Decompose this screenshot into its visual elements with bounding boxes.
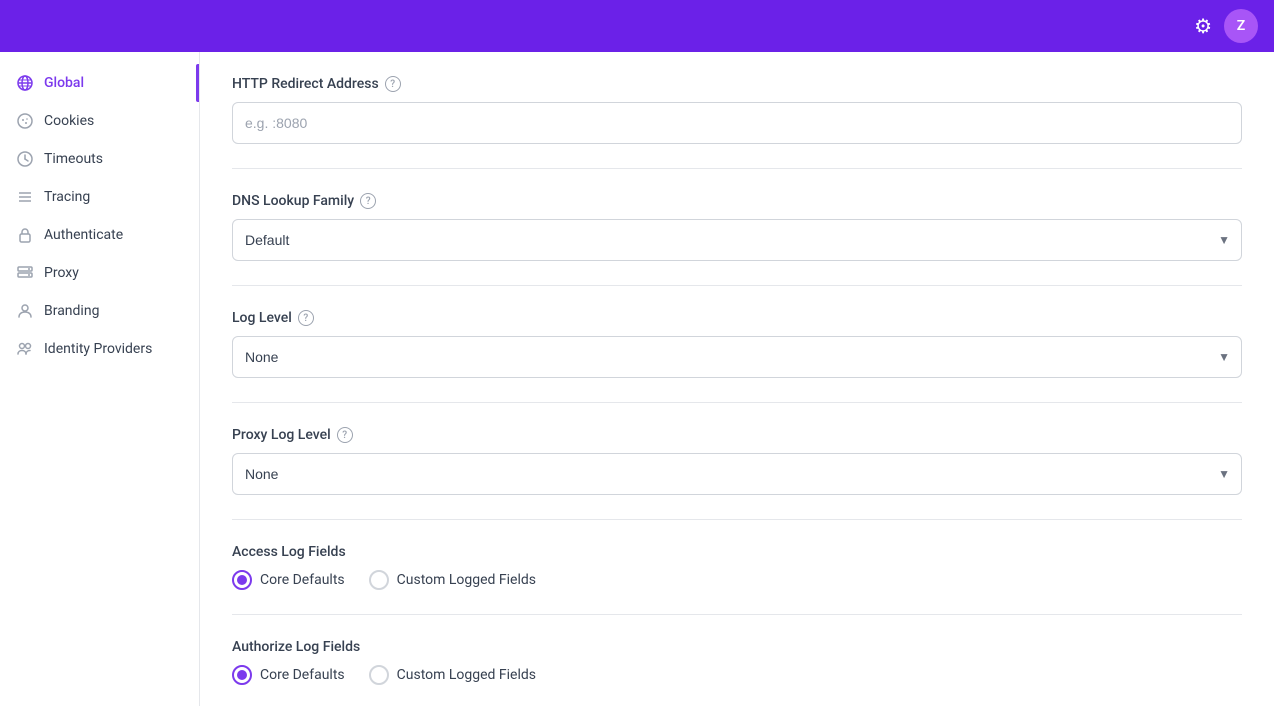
dns-lookup-family-select[interactable]: Default V4Only V6Only Auto [232, 219, 1242, 261]
sidebar: Global Cookies Timeouts [0, 52, 200, 706]
proxy-icon [16, 264, 34, 282]
proxy-log-level-select-wrapper: None Debug Info Warn Error ▼ [232, 453, 1242, 495]
sidebar-label-global: Global [44, 75, 84, 91]
proxy-log-level-section: Proxy Log Level ? None Debug Info Warn E… [232, 403, 1242, 520]
content-inner: HTTP Redirect Address ? DNS Lookup Famil… [200, 52, 1274, 706]
http-redirect-address-label: HTTP Redirect Address ? [232, 76, 1242, 92]
sidebar-label-identity-providers: Identity Providers [44, 341, 152, 357]
access-log-custom-radio[interactable] [369, 570, 389, 590]
authorize-log-fields-label: Authorize Log Fields [232, 639, 1242, 655]
globe-icon [16, 74, 34, 92]
topbar: ⚙ Z [0, 0, 1274, 52]
authorize-log-core-defaults-label: Core Defaults [260, 667, 345, 683]
authorize-log-custom-label: Custom Logged Fields [397, 667, 536, 683]
log-level-section: Log Level ? None Debug Info Warn Error ▼ [232, 286, 1242, 403]
sidebar-label-proxy: Proxy [44, 265, 79, 281]
tracing-icon [16, 188, 34, 206]
sidebar-label-tracing: Tracing [44, 189, 90, 205]
sidebar-item-tracing[interactable]: Tracing [0, 178, 199, 216]
authorize-log-custom-option[interactable]: Custom Logged Fields [369, 665, 536, 685]
authorize-log-fields-section: Authorize Log Fields Core Defaults Custo… [232, 615, 1242, 706]
sidebar-item-identity-providers[interactable]: Identity Providers [0, 330, 199, 368]
sidebar-item-timeouts[interactable]: Timeouts [0, 140, 199, 178]
access-log-fields-label: Access Log Fields [232, 544, 1242, 560]
sidebar-item-proxy[interactable]: Proxy [0, 254, 199, 292]
log-level-select[interactable]: None Debug Info Warn Error [232, 336, 1242, 378]
log-level-select-wrapper: None Debug Info Warn Error ▼ [232, 336, 1242, 378]
proxy-log-level-label: Proxy Log Level ? [232, 427, 1242, 443]
avatar[interactable]: Z [1224, 9, 1258, 43]
branding-icon [16, 302, 34, 320]
sidebar-label-cookies: Cookies [44, 113, 94, 129]
authorize-log-fields-radio-group: Core Defaults Custom Logged Fields [232, 665, 1242, 685]
identity-providers-icon [16, 340, 34, 358]
sidebar-label-branding: Branding [44, 303, 99, 319]
sidebar-label-authenticate: Authenticate [44, 227, 123, 243]
sidebar-label-timeouts: Timeouts [44, 151, 103, 167]
access-log-core-defaults-radio[interactable] [232, 570, 252, 590]
sidebar-item-cookies[interactable]: Cookies [0, 102, 199, 140]
log-level-help-icon[interactable]: ? [298, 310, 314, 326]
log-level-label: Log Level ? [232, 310, 1242, 326]
proxy-log-level-help-icon[interactable]: ? [337, 427, 353, 443]
dns-lookup-help-icon[interactable]: ? [360, 193, 376, 209]
http-redirect-help-icon[interactable]: ? [385, 76, 401, 92]
access-log-core-defaults-label: Core Defaults [260, 572, 345, 588]
authorize-log-core-defaults-option[interactable]: Core Defaults [232, 665, 345, 685]
dns-lookup-family-label: DNS Lookup Family ? [232, 193, 1242, 209]
cookie-icon [16, 112, 34, 130]
access-log-custom-option[interactable]: Custom Logged Fields [369, 570, 536, 590]
http-redirect-address-input[interactable] [232, 102, 1242, 144]
sidebar-item-branding[interactable]: Branding [0, 292, 199, 330]
authorize-log-custom-radio[interactable] [369, 665, 389, 685]
sidebar-item-global[interactable]: Global [0, 64, 199, 102]
dns-lookup-family-section: DNS Lookup Family ? Default V4Only V6Onl… [232, 169, 1242, 286]
gear-icon[interactable]: ⚙ [1194, 14, 1212, 38]
dns-lookup-select-wrapper: Default V4Only V6Only Auto ▼ [232, 219, 1242, 261]
sidebar-item-authenticate[interactable]: Authenticate [0, 216, 199, 254]
authorize-log-core-defaults-radio[interactable] [232, 665, 252, 685]
proxy-log-level-select[interactable]: None Debug Info Warn Error [232, 453, 1242, 495]
access-log-fields-radio-group: Core Defaults Custom Logged Fields [232, 570, 1242, 590]
http-redirect-address-section: HTTP Redirect Address ? [232, 52, 1242, 169]
access-log-core-defaults-option[interactable]: Core Defaults [232, 570, 345, 590]
content-area: HTTP Redirect Address ? DNS Lookup Famil… [200, 52, 1274, 706]
access-log-custom-label: Custom Logged Fields [397, 572, 536, 588]
main-layout: Global Cookies Timeouts [0, 52, 1274, 706]
access-log-fields-section: Access Log Fields Core Defaults Custom L… [232, 520, 1242, 615]
clock-icon [16, 150, 34, 168]
lock-icon [16, 226, 34, 244]
